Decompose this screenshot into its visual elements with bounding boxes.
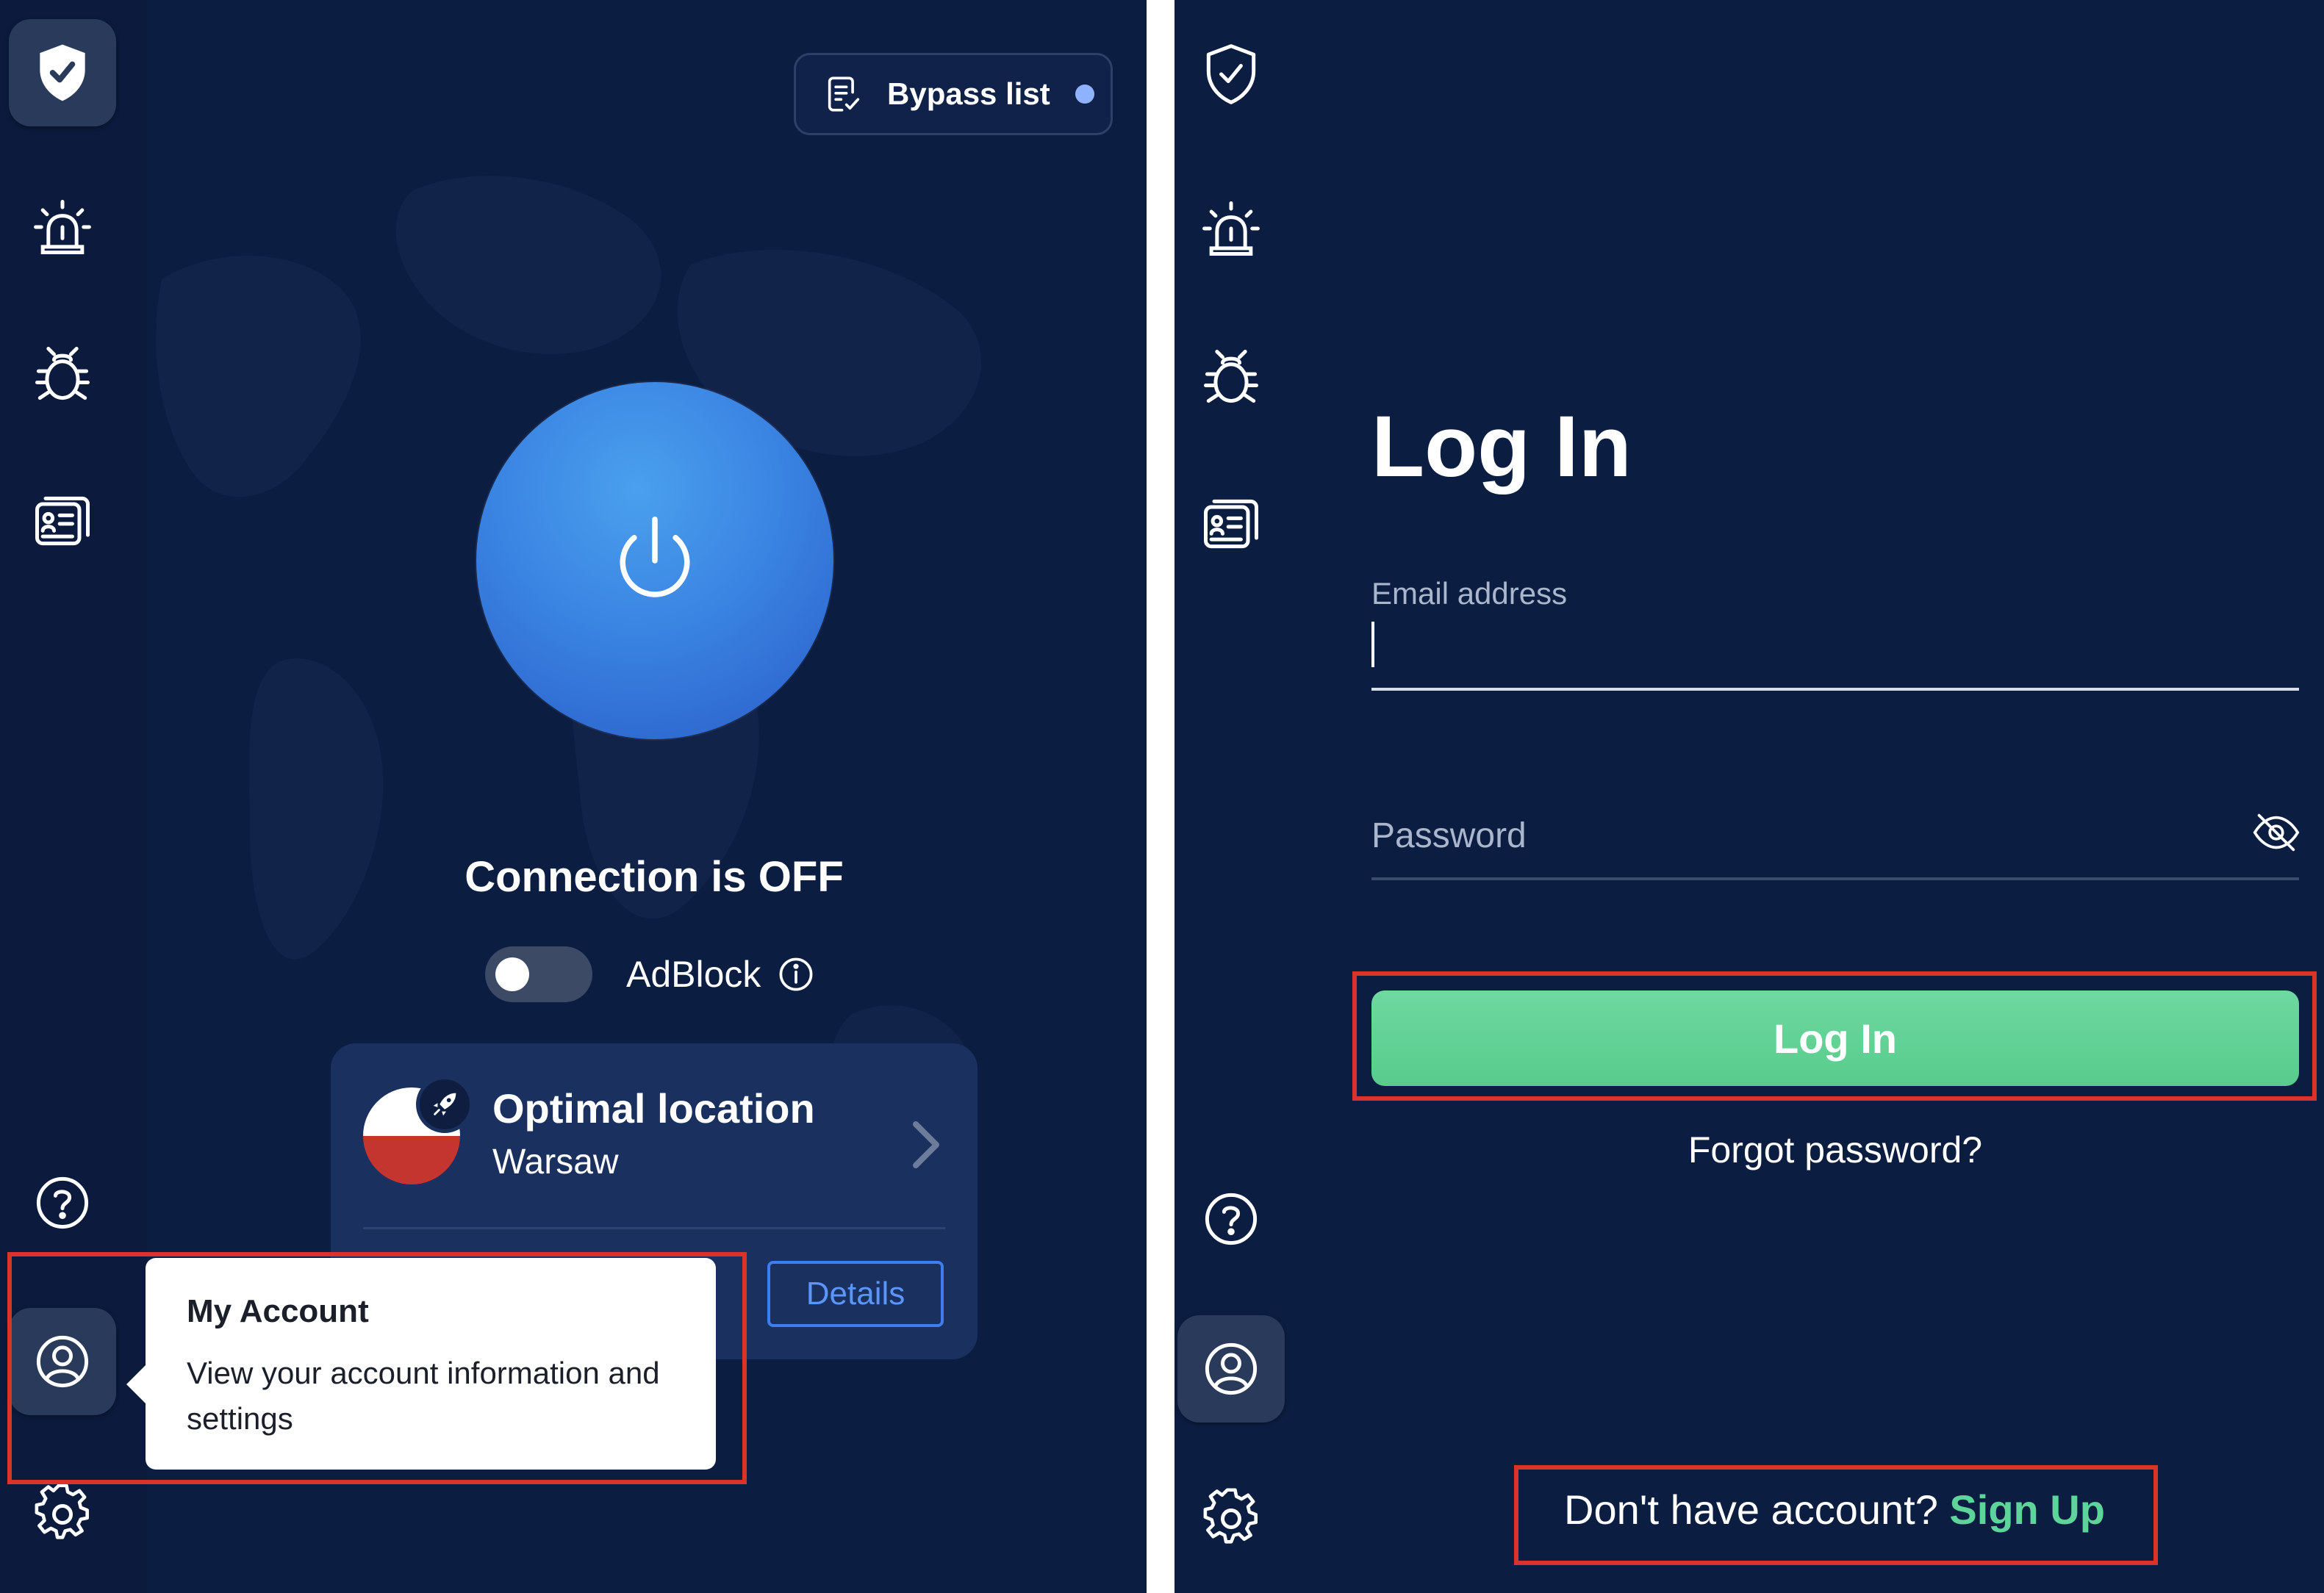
chevron-right-icon bbox=[913, 1121, 939, 1168]
alarm-icon bbox=[1202, 201, 1260, 256]
nav-protection[interactable] bbox=[9, 19, 116, 126]
list-check-icon bbox=[828, 76, 860, 112]
notification-dot bbox=[1075, 84, 1094, 104]
bypass-list-button[interactable]: Bypass list bbox=[794, 53, 1113, 135]
news-icon bbox=[1204, 499, 1258, 549]
settings-icon bbox=[35, 1484, 89, 1539]
bug-icon bbox=[1204, 350, 1258, 403]
login-title: Log In bbox=[1371, 398, 1632, 495]
shield-check-icon bbox=[40, 44, 85, 101]
nav-settings[interactable] bbox=[9, 1461, 116, 1568]
help-icon bbox=[1205, 1193, 1258, 1245]
card-divider bbox=[363, 1227, 945, 1229]
alarm-icon bbox=[34, 200, 91, 254]
signup-link[interactable]: Sign Up bbox=[1949, 1486, 2105, 1533]
nav-malware[interactable] bbox=[9, 320, 116, 428]
rocket-icon bbox=[416, 1076, 473, 1133]
help-icon bbox=[36, 1176, 89, 1229]
settings-icon bbox=[1203, 1488, 1258, 1544]
tooltip-body: View your account information and settin… bbox=[187, 1356, 660, 1436]
password-underline bbox=[1371, 877, 2299, 880]
location-title: Optimal location bbox=[492, 1085, 815, 1132]
tooltip-title: My Account bbox=[187, 1293, 369, 1329]
account-tooltip: My Account View your account information… bbox=[126, 1258, 716, 1470]
nav-news[interactable] bbox=[1177, 470, 1285, 578]
eye-off-icon[interactable] bbox=[2251, 807, 2302, 858]
power-icon bbox=[620, 517, 690, 597]
adblock-toggle[interactable] bbox=[485, 946, 592, 1002]
nav-help[interactable] bbox=[9, 1149, 116, 1256]
vpn-home-panel: Bypass list Connection is OFF AdBlock Op… bbox=[0, 0, 1147, 1593]
nav-malware[interactable] bbox=[1177, 323, 1285, 431]
nav-news[interactable] bbox=[9, 467, 116, 575]
nav-account[interactable] bbox=[1177, 1315, 1285, 1423]
connection-status: Connection is OFF bbox=[465, 853, 844, 901]
signup-row: Don't have account? Sign Up bbox=[1511, 1486, 2158, 1533]
adblock-row: AdBlock bbox=[485, 946, 815, 1002]
account-icon bbox=[36, 1335, 89, 1388]
login-panel: Log In Email address Password Log In For… bbox=[1174, 0, 2324, 1593]
email-field[interactable] bbox=[1371, 622, 1374, 667]
nav-account[interactable] bbox=[9, 1308, 116, 1415]
sidebar bbox=[1174, 0, 1286, 1593]
nav-alarm[interactable] bbox=[1177, 175, 1285, 282]
password-field[interactable]: Password bbox=[1371, 816, 1527, 856]
power-button[interactable] bbox=[476, 382, 833, 739]
nav-settings[interactable] bbox=[1177, 1465, 1285, 1572]
toggle-knob bbox=[495, 957, 529, 991]
account-icon bbox=[1205, 1342, 1258, 1395]
email-label: Email address bbox=[1371, 576, 1568, 611]
bug-icon bbox=[35, 347, 90, 400]
sidebar bbox=[0, 0, 147, 1593]
email-underline bbox=[1371, 688, 2299, 691]
bypass-list-label: Bypass list bbox=[887, 76, 1050, 111]
signup-prompt: Don't have account? bbox=[1564, 1486, 1938, 1533]
news-icon bbox=[35, 496, 90, 546]
nav-help[interactable] bbox=[1177, 1165, 1285, 1273]
nav-protection[interactable] bbox=[1177, 21, 1285, 128]
info-icon[interactable] bbox=[777, 955, 815, 993]
forgot-password-link[interactable]: Forgot password? bbox=[1371, 1129, 2299, 1171]
login-button[interactable]: Log In bbox=[1371, 990, 2299, 1086]
nav-alarm[interactable] bbox=[9, 173, 116, 281]
adblock-label: AdBlock bbox=[626, 954, 761, 995]
shield-check-icon bbox=[1206, 44, 1256, 104]
location-city: Warsaw bbox=[492, 1143, 619, 1182]
details-button[interactable]: Details bbox=[767, 1261, 944, 1327]
